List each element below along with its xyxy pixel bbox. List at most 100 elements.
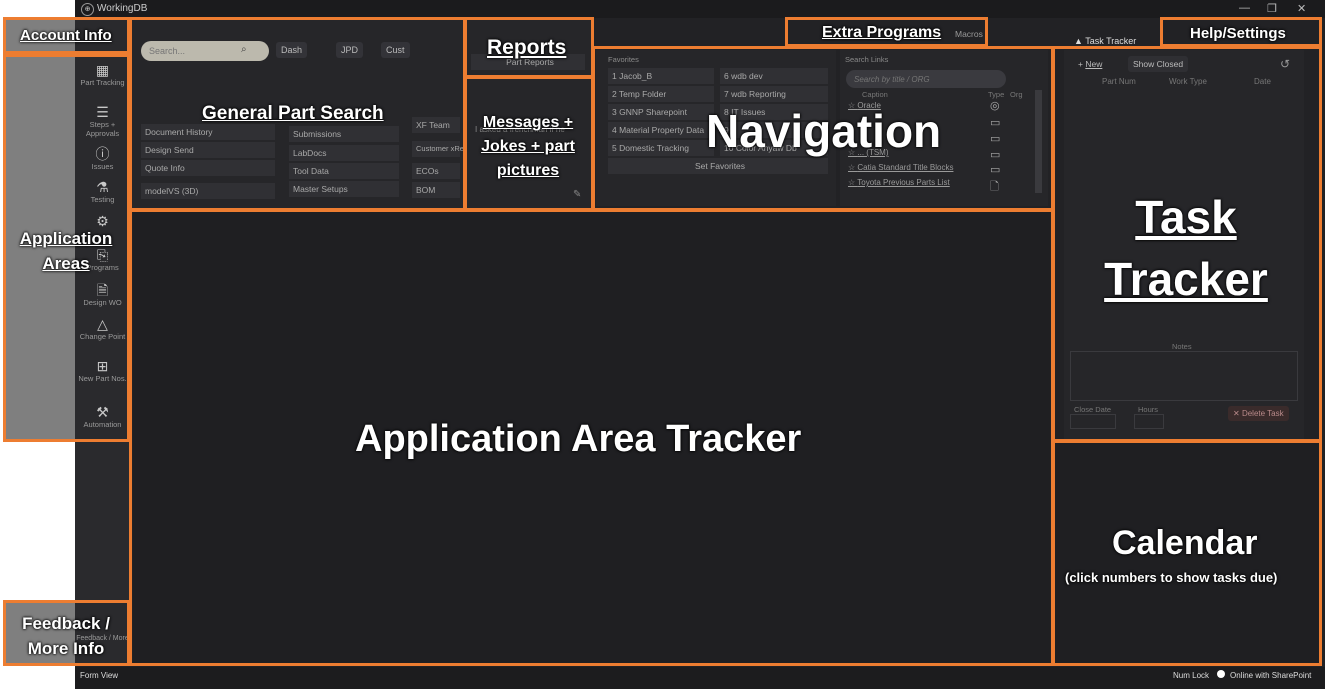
messages-label-line3: pictures xyxy=(496,162,560,179)
online-status-icon xyxy=(1217,670,1225,678)
favorite-item[interactable]: 6 wdb dev xyxy=(720,68,828,84)
robot-arm-icon: ⚒ xyxy=(96,404,109,420)
ecos-button[interactable]: ECOs xyxy=(412,163,460,179)
status-bar: Form View Num Lock Online with SharePoin… xyxy=(75,667,1325,689)
close-button[interactable]: ✕ xyxy=(1297,2,1306,15)
col-date: Date xyxy=(1254,77,1271,86)
xf-team-button[interactable]: XF Team xyxy=(412,117,460,133)
sidebar-item-new-part-nos[interactable]: ⊞ New Part Nos. xyxy=(75,358,130,383)
info-icon: ⓘ xyxy=(95,146,110,162)
task-tracker-label: Task Tracker xyxy=(1100,186,1272,310)
document-icon: 🗎 xyxy=(96,282,109,298)
new-part-icon: ⊞ xyxy=(96,358,109,374)
delete-task-button[interactable]: ✕ Delete Task xyxy=(1228,406,1289,421)
close-x-icon: ✕ xyxy=(1233,409,1242,418)
star-icon[interactable]: ☆ xyxy=(848,163,857,172)
favorite-item[interactable]: 2 Temp Folder xyxy=(608,86,714,102)
sidebar-item-issues[interactable]: ⓘ Issues xyxy=(75,146,130,171)
application-areas-sidebar: ▦ Part Tracking ☰ Steps + Approvals ⓘ Issue… xyxy=(75,18,130,666)
navigation-label: Navigation xyxy=(706,105,942,157)
messages-label-line2: Jokes + part xyxy=(481,138,575,155)
favorite-item[interactable]: 7 wdb Reporting xyxy=(720,86,828,102)
tool-data-button[interactable]: Tool Data xyxy=(289,163,399,179)
calendar-label: Calendar xyxy=(1112,524,1258,562)
col-type: Type xyxy=(988,90,1005,99)
quote-info-button[interactable]: Quote Info xyxy=(141,160,275,176)
notes-field[interactable] xyxy=(1070,351,1298,401)
task-tracker-label-line2: Tracker xyxy=(1104,253,1268,305)
favorite-item[interactable]: 3 GNNP Sharepoint xyxy=(608,104,714,120)
feedback-label-line2: More Info xyxy=(27,639,105,658)
task-tracker-label-line1: Task xyxy=(1135,191,1237,243)
labdocs-button[interactable]: LabDocs xyxy=(289,145,399,161)
search-links-input[interactable] xyxy=(846,70,1006,88)
link-caption[interactable]: Toyota Previous Parts List xyxy=(857,178,949,187)
new-task-button[interactable]: + New xyxy=(1078,59,1102,69)
hours-label: Hours xyxy=(1138,405,1159,414)
sidebar-item-part-tracking[interactable]: ▦ Part Tracking xyxy=(75,62,130,87)
minimize-button[interactable]: — xyxy=(1239,2,1250,14)
online-status: Online with SharePoint xyxy=(1230,671,1312,680)
edit-pencil-icon[interactable]: ✎ xyxy=(573,189,581,200)
customer-xref-button[interactable]: Customer xRef xyxy=(412,141,466,157)
submissions-button[interactable]: Submissions xyxy=(289,126,399,142)
favorite-item[interactable]: 5 Domestic Tracking xyxy=(608,140,714,156)
general-part-search-label: General Part Search xyxy=(202,103,384,124)
messages-label-line1: Messages + xyxy=(482,114,574,131)
search-icon[interactable]: ⌕ xyxy=(241,44,247,55)
col-caption: Caption xyxy=(862,90,888,99)
sidebar-item-testing[interactable]: ⚗ Testing xyxy=(75,179,130,204)
part-tracking-icon: ▦ xyxy=(95,62,110,78)
scrollbar[interactable] xyxy=(1035,90,1042,193)
favorite-item[interactable]: 1 Jacob_B xyxy=(608,68,714,84)
set-favorites-button[interactable]: Set Favorites xyxy=(608,158,828,174)
reports-label: Reports xyxy=(487,36,567,59)
steps-icon: ☰ xyxy=(96,104,109,120)
application-areas-label-line2: Areas xyxy=(42,254,90,273)
sidebar-item-label: New Part Nos. xyxy=(78,374,127,383)
jpd-button[interactable]: JPD xyxy=(336,42,364,58)
sidebar-item-change-point[interactable]: △ Change Point xyxy=(75,316,130,341)
history-icon[interactable]: ↺ xyxy=(1280,57,1290,71)
status-left: Form View xyxy=(80,671,119,680)
master-setups-button[interactable]: Master Setups xyxy=(289,181,399,197)
col-work-type: Work Type xyxy=(1169,77,1207,86)
document-history-button[interactable]: Document History xyxy=(141,124,275,140)
design-send-button[interactable]: Design Send xyxy=(141,142,275,158)
sidebar-item-design-wo[interactable]: 🗎 Design WO xyxy=(75,282,130,307)
close-date-label: Close Date xyxy=(1074,405,1112,414)
folder-icon: ▭ xyxy=(990,117,1001,129)
modelvs-button[interactable]: modelVS (3D) xyxy=(141,183,275,199)
search-links-header: Search Links xyxy=(845,55,889,64)
hours-field[interactable] xyxy=(1134,414,1164,429)
star-icon[interactable]: ☆ xyxy=(848,178,857,187)
sidebar-item-label: Design WO xyxy=(83,298,122,307)
extra-programs-label: Extra Programs xyxy=(822,24,942,41)
bom-button[interactable]: BOM xyxy=(412,182,460,198)
num-lock-indicator: Num Lock xyxy=(1173,671,1210,680)
macros-button[interactable]: Macros xyxy=(955,29,983,39)
col-part-num: Part Num xyxy=(1102,77,1136,86)
search-link-row[interactable]: ☆ Toyota Previous Parts List xyxy=(848,178,950,187)
feedback-label: Feedback / More Info xyxy=(12,611,120,661)
dash-button[interactable]: Dash xyxy=(276,42,308,58)
new-task-label: New xyxy=(1085,59,1103,69)
restore-button[interactable]: ❐ xyxy=(1267,2,1277,15)
shapes-icon: △ xyxy=(97,316,108,332)
close-date-field[interactable] xyxy=(1070,414,1116,429)
favorite-item[interactable]: 4 Material Property Data xyxy=(608,122,714,138)
sidebar-item-automation[interactable]: ⚒ Automation xyxy=(75,404,130,429)
folder-icon: ▭ xyxy=(990,133,1001,145)
favorites-header: Favorites xyxy=(608,55,639,64)
microscope-icon: ⚗ xyxy=(96,179,109,195)
search-link-row[interactable]: ☆ Catia Standard Title Blocks xyxy=(848,163,953,172)
link-caption[interactable]: Catia Standard Title Blocks xyxy=(857,163,953,172)
application-areas-label-line1: Application xyxy=(19,229,113,248)
show-closed-button[interactable]: Show Closed xyxy=(1128,56,1189,72)
cust-button[interactable]: Cust xyxy=(381,42,410,58)
application-areas-label: Application Areas xyxy=(12,226,120,276)
help-settings-label: Help/Settings xyxy=(1190,25,1286,42)
task-tracker-toggle[interactable]: ▲ Task Tracker xyxy=(1074,36,1136,46)
search-input[interactable] xyxy=(141,41,269,61)
sidebar-item-steps-approvals[interactable]: ☰ Steps + Approvals xyxy=(75,104,130,138)
